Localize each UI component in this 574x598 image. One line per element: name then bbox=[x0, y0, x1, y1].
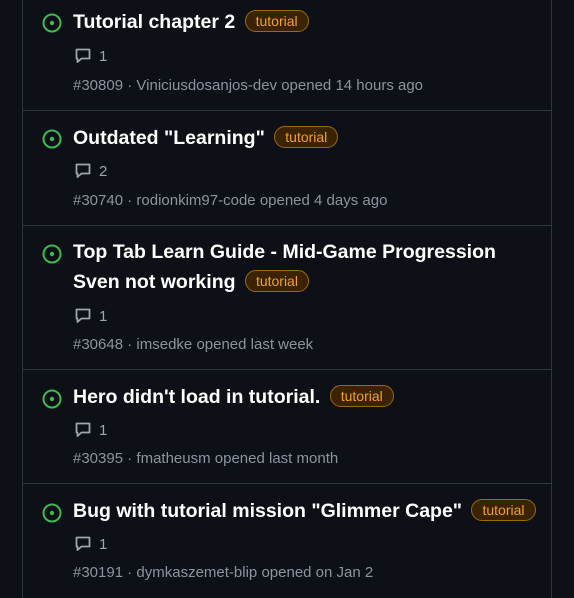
issue-opened-time: opened 4 days ago bbox=[259, 192, 388, 209]
issue-title-block: Bug with tutorial mission "Glimmer Cape"… bbox=[73, 496, 544, 526]
meta-separator: · bbox=[127, 336, 133, 353]
label-tutorial[interactable]: tutorial bbox=[329, 385, 394, 407]
issue-row[interactable]: Tutorial chapter 2 tutorial 1 #30809 · V… bbox=[22, 0, 552, 110]
issue-title-block: Top Tab Learn Guide - Mid-Game Progressi… bbox=[73, 237, 544, 297]
comment-icon bbox=[75, 422, 91, 437]
issue-title-link[interactable]: Tutorial chapter 2 bbox=[73, 11, 235, 33]
issue-author[interactable]: rodionkim97-code bbox=[136, 192, 255, 209]
label-tutorial[interactable]: tutorial bbox=[244, 10, 309, 32]
comment-count-value: 1 bbox=[99, 421, 108, 439]
issue-title-link[interactable]: Hero didn't load in tutorial. bbox=[73, 386, 320, 408]
issue-title-link[interactable]: Bug with tutorial mission "Glimmer Cape" bbox=[73, 500, 462, 522]
label-tutorial[interactable]: tutorial bbox=[274, 126, 339, 148]
comment-count[interactable]: 1 bbox=[73, 46, 107, 66]
comment-icon bbox=[75, 536, 91, 551]
issue-number: #30395 bbox=[73, 450, 124, 467]
issue-author[interactable]: fmatheusm bbox=[136, 450, 210, 467]
comment-icon bbox=[75, 308, 91, 323]
label-tutorial[interactable]: tutorial bbox=[471, 499, 536, 521]
comment-count-value: 2 bbox=[99, 162, 108, 180]
issue-title-block: Tutorial chapter 2 tutorial bbox=[73, 7, 544, 37]
issue-opened-time: opened 14 hours ago bbox=[281, 77, 424, 94]
issue-opened-icon bbox=[42, 129, 62, 149]
issue-row[interactable]: Top Tab Learn Guide - Mid-Game Progressi… bbox=[22, 225, 552, 370]
comment-count[interactable]: 2 bbox=[73, 161, 107, 181]
issue-opened-time: opened last month bbox=[214, 450, 339, 467]
issue-author[interactable]: imsedke bbox=[136, 336, 192, 353]
issue-title-link[interactable]: Outdated "Learning" bbox=[73, 127, 265, 149]
issue-number: #30648 bbox=[73, 336, 124, 353]
issue-opened-icon bbox=[42, 503, 62, 523]
issue-author[interactable]: Viniciusdosanjos-dev bbox=[136, 77, 277, 94]
meta-separator: · bbox=[127, 192, 133, 209]
issue-number: #30740 bbox=[73, 192, 124, 209]
issue-opened-time: opened on Jan 2 bbox=[261, 564, 374, 581]
comment-count[interactable]: 1 bbox=[73, 306, 107, 326]
issue-opened-time: opened last week bbox=[196, 336, 314, 353]
meta-separator: · bbox=[127, 77, 133, 94]
comment-count[interactable]: 1 bbox=[73, 420, 107, 440]
issue-title-block: Outdated "Learning" tutorial bbox=[73, 123, 544, 153]
meta-separator: · bbox=[127, 564, 133, 581]
issue-author[interactable]: dymkaszemet-blip bbox=[136, 564, 257, 581]
issue-row[interactable]: Outdated "Learning" tutorial 2 #30740 · … bbox=[22, 110, 552, 225]
label-tutorial[interactable]: tutorial bbox=[244, 270, 309, 292]
issue-meta: #30395 · fmatheusm opened last month bbox=[73, 449, 338, 469]
comment-count-value: 1 bbox=[99, 307, 108, 325]
issue-opened-icon bbox=[42, 244, 62, 264]
comment-count[interactable]: 1 bbox=[73, 534, 107, 554]
issue-number: #30809 bbox=[73, 77, 124, 94]
issue-title-block: Hero didn't load in tutorial. tutorial bbox=[73, 382, 544, 412]
issue-number: #30191 bbox=[73, 564, 124, 581]
issue-row[interactable]: Hero didn't load in tutorial. tutorial 1… bbox=[22, 369, 552, 484]
issue-list: Tutorial chapter 2 tutorial 1 #30809 · V… bbox=[0, 0, 574, 598]
comment-icon bbox=[75, 163, 91, 178]
issue-opened-icon bbox=[42, 13, 62, 33]
meta-separator: · bbox=[127, 450, 133, 467]
comment-count-value: 1 bbox=[99, 535, 108, 553]
issue-meta: #30740 · rodionkim97-code opened 4 days … bbox=[73, 191, 387, 211]
issue-row[interactable]: Bug with tutorial mission "Glimmer Cape"… bbox=[22, 483, 552, 598]
issue-meta: #30648 · imsedke opened last week bbox=[73, 335, 313, 355]
comment-icon bbox=[75, 48, 91, 63]
comment-count-value: 1 bbox=[99, 47, 108, 65]
issue-meta: #30809 · Viniciusdosanjos-dev opened 14 … bbox=[73, 76, 423, 96]
issue-meta: #30191 · dymkaszemet-blip opened on Jan … bbox=[73, 563, 373, 583]
issue-opened-icon bbox=[42, 389, 62, 409]
